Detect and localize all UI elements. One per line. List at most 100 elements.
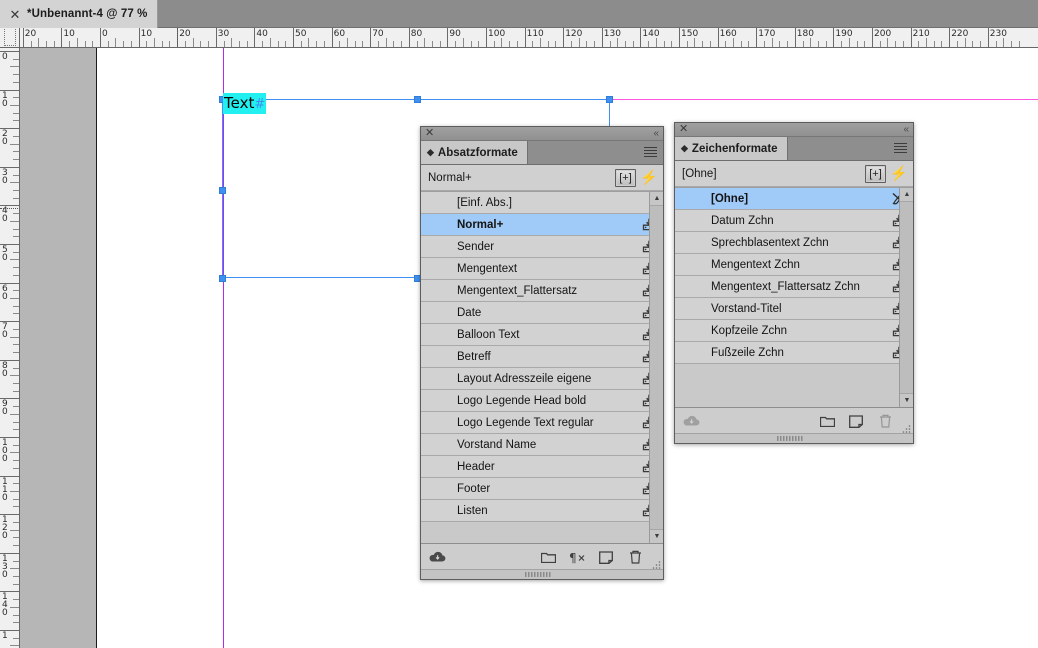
ruler-subtick: [200, 41, 202, 47]
list-item[interactable]: Vorstand-Titel: [675, 298, 913, 320]
ruler-subtick: [13, 460, 19, 462]
close-icon[interactable]: ✕: [8, 8, 22, 21]
pilcrow-clear-icon[interactable]: ¶: [567, 548, 587, 566]
panel-title-bar[interactable]: ✕ «: [421, 127, 663, 141]
list-item[interactable]: Listen: [421, 500, 663, 522]
selected-text[interactable]: Text#: [223, 93, 267, 114]
list-item[interactable]: Logo Legende Text regular: [421, 412, 663, 434]
list-item[interactable]: Kopfzeile Zchn: [675, 320, 913, 342]
panel-resize-grip[interactable]: [901, 421, 911, 433]
paragraph-list-scrollbar[interactable]: ▲ ▼: [649, 192, 663, 543]
collapse-icon[interactable]: «: [903, 123, 908, 137]
scroll-down-arrow-icon[interactable]: ▼: [650, 529, 663, 543]
close-icon[interactable]: ✕: [425, 126, 434, 140]
close-icon[interactable]: ✕: [679, 122, 688, 136]
list-item[interactable]: Sprechblasentext Zchn: [675, 232, 913, 254]
list-item[interactable]: Layout Adresszeile eigene: [421, 368, 663, 390]
tab-absatzformate[interactable]: ◆ Absatzformate: [421, 141, 528, 164]
paragraph-panel-footer[interactable]: ¶: [421, 543, 663, 569]
list-item[interactable]: [Einf. Abs.]: [421, 192, 663, 214]
ruler-subtick: [13, 159, 19, 161]
frame-handle-top-right[interactable]: [606, 96, 613, 103]
ruler-subtick: [686, 41, 688, 47]
panel-drag-handle[interactable]: [675, 433, 913, 443]
ruler-subtick: [13, 521, 19, 523]
ruler-subtick: [13, 421, 19, 423]
list-item[interactable]: Sender: [421, 236, 663, 258]
ruler-subtick: [578, 38, 580, 47]
list-item[interactable]: Logo Legende Head bold: [421, 390, 663, 412]
ruler-subtick: [246, 41, 248, 47]
folder-icon[interactable]: [817, 412, 837, 430]
lightning-icon[interactable]: ⚡: [640, 169, 657, 187]
list-item[interactable]: Vorstand Name: [421, 434, 663, 456]
scroll-down-arrow-icon[interactable]: ▼: [900, 393, 913, 407]
list-item[interactable]: [Ohne]: [675, 188, 913, 210]
ruler-subtick: [13, 274, 19, 276]
panel-tab-bar[interactable]: ◆ Zeichenformate: [675, 137, 913, 161]
lightning-icon[interactable]: ⚡: [890, 165, 907, 183]
frame-handle-bottom-left[interactable]: [219, 275, 226, 282]
character-panel-footer[interactable]: [675, 407, 913, 433]
new-style-group-button[interactable]: [+]: [865, 164, 886, 183]
horizontal-ruler[interactable]: 20 10 0 10 20 30 40 50 60 70 80 90 100 110 120 130 140 15…: [20, 28, 1038, 48]
list-item[interactable]: Mengentext Zchn: [675, 254, 913, 276]
new-style-icon[interactable]: [596, 548, 616, 566]
vertical-ruler[interactable]: 01020304050607080901001101201301401: [0, 48, 20, 648]
list-item[interactable]: Fußzeile Zchn: [675, 342, 913, 364]
scroll-up-arrow-icon[interactable]: ▲: [650, 192, 663, 206]
ruler-subtick: [92, 41, 94, 47]
panel-menu-icon[interactable]: [894, 143, 907, 154]
ruler-subtick: [586, 41, 588, 47]
list-item[interactable]: Mengentext: [421, 258, 663, 280]
panel-drag-handle[interactable]: [421, 569, 663, 579]
character-styles-list[interactable]: [Ohne] Datum Zchn Sprechblasentext Zchn Men…: [675, 187, 913, 407]
ruler-label: 10: [63, 29, 75, 39]
ruler-subtick: [362, 41, 364, 47]
collapse-icon[interactable]: «: [653, 127, 658, 141]
character-footer-actions[interactable]: [817, 408, 895, 434]
list-item[interactable]: Date: [421, 302, 663, 324]
ruler-origin-corner[interactable]: [0, 28, 20, 48]
ruler-subtick: [540, 38, 542, 47]
paragraph-footer-actions[interactable]: ¶: [538, 544, 645, 570]
new-style-icon[interactable]: [846, 412, 866, 430]
new-style-group-button[interactable]: [+]: [615, 168, 636, 187]
panel-menu-icon[interactable]: [644, 147, 657, 158]
frame-handle-middle-left[interactable]: [219, 187, 226, 194]
list-item[interactable]: Betreff: [421, 346, 663, 368]
list-item[interactable]: Datum Zchn: [675, 210, 913, 232]
character-list-scrollbar[interactable]: ▲ ▼: [899, 188, 913, 407]
paragraph-styles-list[interactable]: [Einf. Abs.] Normal+ Sender Mengentext Menge…: [421, 191, 663, 543]
current-style-value: [Ohne]: [682, 167, 717, 180]
list-item[interactable]: Footer: [421, 478, 663, 500]
ruler-subtick: [10, 66, 19, 68]
panel-title-bar[interactable]: ✕ «: [675, 123, 913, 137]
ruler-subtick: [555, 41, 557, 47]
cloud-icon[interactable]: [427, 548, 447, 566]
document-tab[interactable]: ✕ *Unbenannt-4 @ 77 %: [0, 0, 158, 28]
list-item[interactable]: Mengentext_Flattersatz: [421, 280, 663, 302]
frame-handle-top-center[interactable]: [414, 96, 421, 103]
folder-icon[interactable]: [538, 548, 558, 566]
panel-tab-bar[interactable]: ◆ Absatzformate: [421, 141, 663, 165]
list-item[interactable]: Header: [421, 456, 663, 478]
scroll-up-arrow-icon[interactable]: ▲: [900, 188, 913, 202]
ruler-subtick: [1003, 38, 1005, 47]
trash-icon[interactable]: [625, 548, 645, 566]
ruler-subtick: [841, 41, 843, 47]
ruler-subtick: [115, 38, 117, 47]
style-name: Kopfzeile Zchn: [711, 324, 788, 337]
ruler-subtick: [424, 38, 426, 47]
character-styles-panel[interactable]: ✕ « ◆ Zeichenformate [Ohne] [+] ⚡ [Ohne]…: [674, 122, 914, 444]
list-item[interactable]: Mengentext_Flattersatz Zchn: [675, 276, 913, 298]
panel-resize-grip[interactable]: [651, 557, 661, 569]
paragraph-styles-panel[interactable]: ✕ « ◆ Absatzformate Normal+ [+] ⚡ [Einf.…: [420, 126, 664, 580]
ruler-subtick: [13, 81, 19, 83]
tab-zeichenformate[interactable]: ◆ Zeichenformate: [675, 137, 788, 160]
list-item[interactable]: Balloon Text: [421, 324, 663, 346]
ruler-subtick: [13, 560, 19, 562]
ruler-subtick: [725, 41, 727, 47]
ruler-label: 40: [256, 29, 268, 39]
list-item[interactable]: Normal+: [421, 214, 663, 236]
